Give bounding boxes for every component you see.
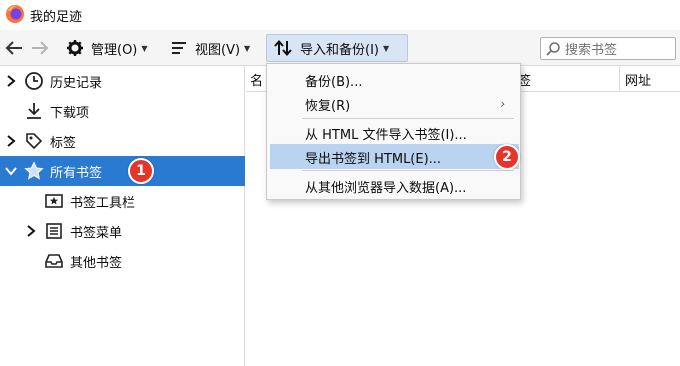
chevron-down-icon: ▼ [244,43,251,53]
back-arrow-icon[interactable] [3,38,25,58]
firefox-icon [6,5,24,23]
chevron-down-icon[interactable] [4,164,18,178]
step-badge-1: 1 [128,158,154,184]
menu-item-label: 恢复(R) [305,99,351,114]
import-backup-label: 导入和备份(I) [300,42,379,58]
tag-icon [26,133,43,150]
tree-item-label: 所有书签 [50,166,103,181]
tree-item-downloads[interactable]: 下载项 [0,96,245,126]
chevron-right-icon[interactable] [24,224,38,238]
forward-arrow-icon[interactable] [29,38,51,58]
menu-item-label: 备份(B)... [305,75,363,90]
gear-icon [67,40,83,56]
manage-label: 管理(O) [91,42,138,58]
import-backup-menu: 备份(B)... 恢复(R) › 从 HTML 文件导入书签(I)... 导出书… [266,63,521,200]
menu-item-export-html[interactable]: 导出书签到 HTML(E)... [270,144,519,169]
menu-item-label: 导出书签到 HTML(E)... [305,152,442,167]
import-export-arrows-icon [274,39,292,57]
chevron-right-icon: › [500,97,505,111]
column-header-url[interactable]: 网址 [625,70,651,89]
menu-item-restore[interactable]: 恢复(R) › [270,91,519,116]
tree-item-label: 书签菜单 [70,226,123,241]
star-icon [24,161,44,180]
tree-item-other-bookmarks[interactable]: 其他书签 [0,246,245,276]
list-view-icon [172,42,186,54]
view-label: 视图(V) [195,42,241,58]
tree-item-history[interactable]: 历史记录 [0,66,245,96]
chevron-right-icon[interactable] [4,134,18,148]
tree-item-tags[interactable]: 标签 [0,126,245,156]
tree-item-label: 下载项 [50,106,90,121]
tree-item-bookmarks-toolbar[interactable]: 书签工具栏 [0,186,245,216]
toolbar: 管理(O) ▼ 视图(V) ▼ 导入和备份(I) ▼ 搜索书签 [0,30,680,66]
menu-item-label: 从 HTML 文件导入书签(I)... [305,128,467,143]
menu-item-import-html[interactable]: 从 HTML 文件导入书签(I)... [270,120,519,145]
search-placeholder: 搜索书签 [565,43,618,58]
step-badge-2: 2 [494,144,520,170]
manage-menu-button[interactable]: 管理(O) ▼ [66,34,148,62]
tree-item-label: 书签工具栏 [70,196,136,211]
column-divider[interactable] [619,66,620,92]
menu-separator [302,118,514,119]
tree-item-label: 其他书签 [70,256,123,271]
window-title: 我的足迹 [30,10,83,25]
import-backup-button[interactable]: 导入和备份(I) ▼ [266,34,408,62]
menu-item-backup[interactable]: 备份(B)... [270,67,519,92]
inbox-tray-icon [45,254,63,268]
library-tree: 历史记录 下载项 标签 所有书签 书签工具栏 书签菜单 其他书签 [0,66,245,366]
chevron-down-icon: ▼ [141,43,148,53]
menu-item-import-other-browser[interactable]: 从其他浏览器导入数据(A)... [270,173,519,198]
title-bar: 我的足迹 [0,0,680,30]
search-icon [546,41,560,56]
menu-item-label: 从其他浏览器导入数据(A)... [305,181,467,196]
search-input[interactable]: 搜索书签 [540,37,676,60]
tree-item-label: 历史记录 [50,76,103,91]
bookmarks-menu-icon [46,223,62,239]
view-menu-button[interactable]: 视图(V) ▼ [170,34,250,62]
download-icon [27,103,41,119]
tree-item-label: 标签 [50,136,77,151]
tree-item-all-bookmarks[interactable]: 所有书签 [0,156,245,186]
chevron-down-icon: ▼ [382,43,390,53]
column-header-name[interactable]: 名 [250,70,263,89]
bookmarks-toolbar-icon [45,194,63,208]
chevron-right-icon[interactable] [4,74,18,88]
tree-item-bookmarks-menu[interactable]: 书签菜单 [0,216,245,246]
clock-icon [25,72,43,90]
menu-separator [302,170,514,171]
